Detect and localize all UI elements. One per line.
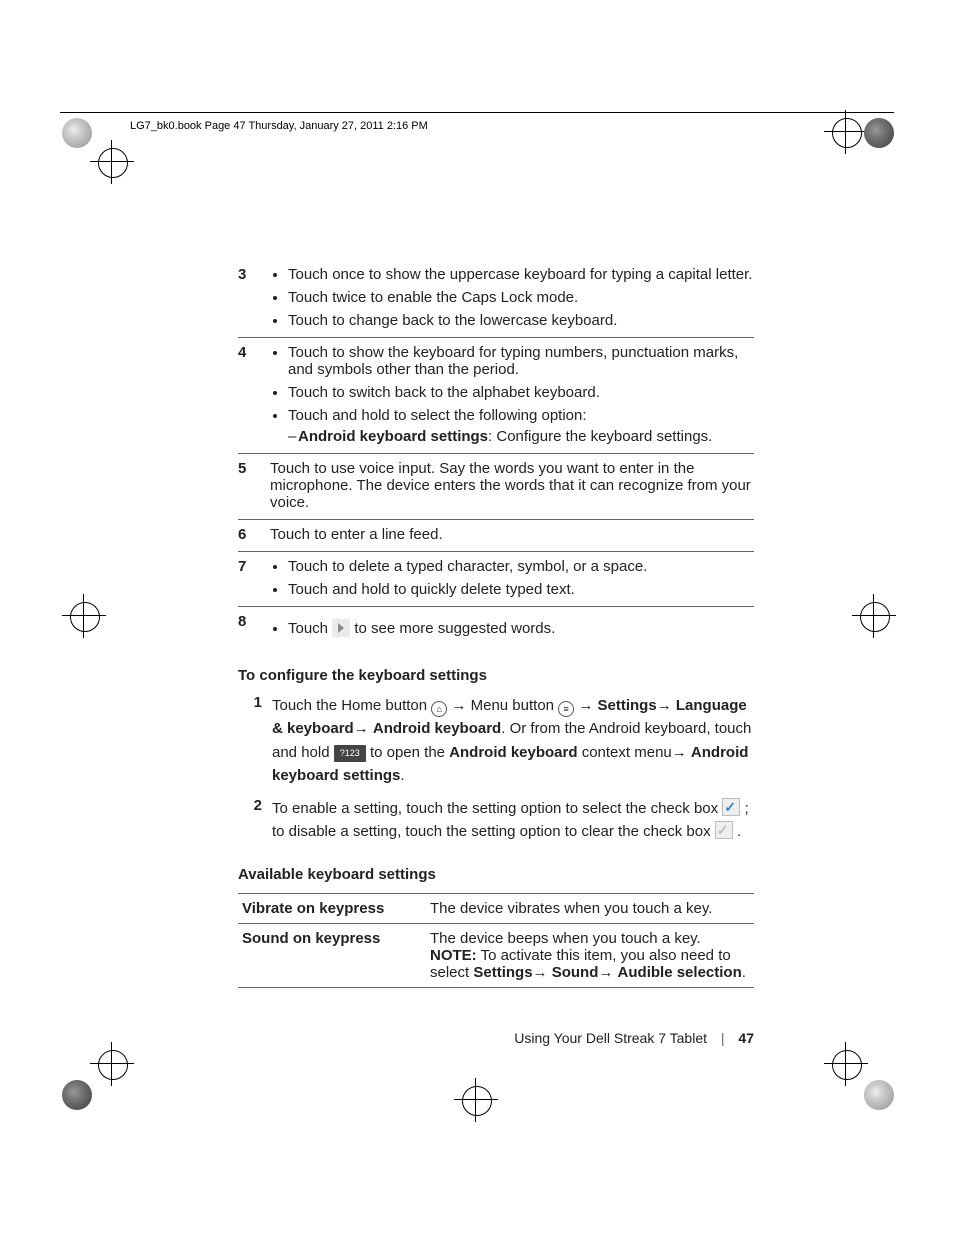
table-row: 7 Touch to delete a typed character, sym… <box>238 552 754 607</box>
page-content: 3 Touch once to show the uppercase keybo… <box>238 260 754 988</box>
bullet-list: Touch once to show the uppercase keyboar… <box>270 266 754 329</box>
list-item: Touch to delete a typed character, symbo… <box>288 558 754 575</box>
corner-blob-icon <box>62 1080 92 1110</box>
sub-option: –Android keyboard settings: Configure th… <box>288 428 754 445</box>
note-tag: NOTE: <box>430 947 477 964</box>
footer-separator: | <box>721 1030 725 1046</box>
step-number: 5 <box>238 460 270 511</box>
list-item: Touch and hold to select the following o… <box>288 407 754 424</box>
step-number: 4 <box>238 344 270 445</box>
corner-blob-icon <box>864 1080 894 1110</box>
bullet-list: Touch to delete a typed character, symbo… <box>270 558 754 598</box>
step-text: Touch to use voice input. Say the words … <box>270 460 754 511</box>
footer-title: Using Your Dell Streak 7 Tablet <box>514 1030 707 1046</box>
text-run: to open the <box>370 744 449 761</box>
page-number: 47 <box>738 1030 754 1046</box>
list-item: Touch to see more suggested words. <box>288 619 754 637</box>
registration-mark-icon <box>98 1050 126 1078</box>
table-row: Vibrate on keypress The device vibrates … <box>238 893 754 923</box>
setting-label: Sound on keypress <box>238 923 426 987</box>
step-number: 7 <box>238 558 270 598</box>
step-number: 3 <box>238 266 270 329</box>
list-item: Touch and hold to quickly delete typed t… <box>288 581 754 598</box>
list-item: Touch to change back to the lowercase ke… <box>288 312 754 329</box>
option-desc: : Configure the keyboard settings. <box>488 428 712 445</box>
header-rule <box>60 112 894 113</box>
table-row: 8 Touch to see more suggested words. <box>238 607 754 645</box>
option-label: Android keyboard settings <box>298 428 488 445</box>
table-row: 6 Touch to enter a line feed. <box>238 520 754 552</box>
running-header: LG7_bk0.book Page 47 Thursday, January 2… <box>130 120 428 132</box>
text-run: . <box>742 964 746 981</box>
list-item: Touch to switch back to the alphabet key… <box>288 384 754 401</box>
registration-mark-icon <box>860 602 888 630</box>
nav-path: Settings <box>598 697 657 714</box>
section-heading: Available keyboard settings <box>238 866 754 883</box>
step-number: 8 <box>238 613 270 637</box>
text-run: to see more suggested words. <box>354 620 555 637</box>
nav-path: Sound <box>552 964 599 981</box>
text-run: . <box>737 823 741 840</box>
text-run: → <box>578 697 597 714</box>
text-run: Touch <box>288 620 332 637</box>
checkbox-unchecked-icon <box>715 821 733 839</box>
step-number: 2 <box>238 797 272 844</box>
home-button-icon: ⌂ <box>431 701 447 717</box>
step-content: Touch the Home button ⌂ → Menu button ≡ … <box>272 694 754 787</box>
table-row: 5 Touch to use voice input. Say the word… <box>238 454 754 520</box>
table-row: 3 Touch once to show the uppercase keybo… <box>238 260 754 338</box>
list-item: Touch once to show the uppercase keyboar… <box>288 266 754 283</box>
step-text: Touch to enter a line feed. <box>270 526 754 543</box>
page-footer: Using Your Dell Streak 7 Tablet | 47 <box>514 1030 754 1046</box>
registration-mark-icon <box>462 1086 490 1114</box>
setting-desc: The device vibrates when you touch a key… <box>426 893 754 923</box>
table-row: 4 Touch to show the keyboard for typing … <box>238 338 754 454</box>
step-number: 1 <box>238 694 272 787</box>
table-row: Sound on keypress The device beeps when … <box>238 923 754 987</box>
corner-blob-icon <box>62 118 92 148</box>
more-words-arrow-icon <box>332 619 350 637</box>
registration-mark-icon <box>98 148 126 176</box>
arrow: → <box>598 964 617 981</box>
setting-label: Vibrate on keypress <box>238 893 426 923</box>
step-content: To enable a setting, touch the setting o… <box>272 797 754 844</box>
text-run: The device beeps when you touch a key. <box>430 930 701 947</box>
keyboard-key-icon: ?123 <box>334 745 366 763</box>
step-number: 6 <box>238 526 270 543</box>
registration-mark-icon <box>832 1050 860 1078</box>
corner-blob-icon <box>864 118 894 148</box>
list-item: Touch twice to enable the Caps Lock mode… <box>288 289 754 306</box>
arrow: → <box>657 697 676 714</box>
nav-path: Android keyboard <box>373 720 501 737</box>
nav-path: Audible selection <box>618 964 742 981</box>
nav-path: Android keyboard <box>449 744 577 761</box>
text-run: To enable a setting, touch the setting o… <box>272 800 722 817</box>
arrow: → <box>354 720 373 737</box>
nav-path: Settings <box>473 964 532 981</box>
checkbox-checked-icon <box>722 798 740 816</box>
section-heading: To configure the keyboard settings <box>238 667 754 684</box>
menu-button-icon: ≡ <box>558 701 574 717</box>
settings-table: Vibrate on keypress The device vibrates … <box>238 893 754 988</box>
list-item: Touch to show the keyboard for typing nu… <box>288 344 754 378</box>
registration-mark-icon <box>70 602 98 630</box>
text-run: → Menu button <box>451 697 558 714</box>
text-run: context menu→ <box>582 744 691 761</box>
ordered-steps: 1 Touch the Home button ⌂ → Menu button … <box>238 694 754 844</box>
text-run: Touch the Home button <box>272 697 431 714</box>
bullet-list: Touch to show the keyboard for typing nu… <box>270 344 754 424</box>
arrow: → <box>533 964 552 981</box>
text-run: . <box>400 767 404 784</box>
bullet-list: Touch to see more suggested words. <box>270 619 754 637</box>
registration-mark-icon <box>832 118 860 146</box>
setting-desc: The device beeps when you touch a key. N… <box>426 923 754 987</box>
